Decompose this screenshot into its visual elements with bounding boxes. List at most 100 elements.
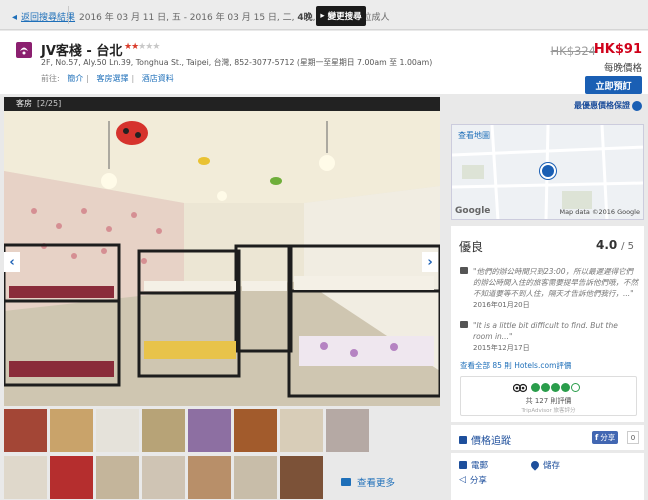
hotel-brand-icon (16, 42, 32, 58)
email-button[interactable]: 電郵 (459, 459, 488, 471)
rating-max: / 5 (621, 241, 634, 252)
map-copyright: Map data ©2016 Google (559, 208, 640, 216)
price-tracking-label: 價格追蹤 (471, 436, 511, 447)
search-summary-bar: ◂ 返回搜尋結果 2016 年 03 月 11 日, 五 - 2016 年 03 … (0, 0, 648, 30)
view-map-link[interactable]: 查看地圖 (458, 130, 490, 141)
nav-prefix-label: 前往: (41, 74, 60, 83)
facebook-share-label: 分享 (600, 433, 616, 442)
review-snippet: "It is a little bit difficult to find. B… (460, 320, 638, 354)
tripadvisor-rating-box[interactable]: 共 127 則評價 TripAdvisor 旅客評分 (460, 376, 637, 416)
divider (68, 6, 69, 24)
review-text: "他們的辦公時間只到23:00，所以最遲遲得它們的辦公時間入住的旅客需要提早告訴… (473, 267, 638, 298)
photo-thumbnail[interactable] (4, 409, 47, 452)
map-panel[interactable]: 查看地圖 Google Map data ©2016 Google (451, 124, 644, 220)
photo-thumbnail[interactable] (50, 456, 93, 499)
share-label: 分享 (469, 476, 487, 486)
review-snippet: "他們的辦公時間只到23:00，所以最遲遲得它們的辦公時間入住的旅客需要提早告訴… (460, 266, 638, 311)
quote-icon (460, 321, 468, 328)
photo-thumbnail[interactable] (142, 456, 185, 499)
star-empty-icon: ★ (152, 42, 160, 52)
tripadvisor-label: TripAdvisor 旅客評分 (521, 408, 576, 414)
chevron-left-icon: ◂ (12, 12, 18, 23)
email-label: 電郵 (471, 461, 489, 471)
photo-thumbnail-strip (4, 409, 369, 500)
guarantee-badge-icon (632, 100, 642, 111)
price-tracking-link[interactable]: 價格追蹤 (459, 432, 511, 447)
rating-bubble-icon (571, 383, 580, 392)
hotel-location-pin-icon (540, 163, 556, 179)
review-date: 2015年12月17日 (473, 344, 530, 352)
price-tag-icon (459, 435, 467, 444)
photo-thumbnail[interactable] (234, 409, 277, 452)
photo-category: 客房 (16, 99, 32, 108)
reviews-panel: 優良 4.0 / 5 "他們的辦公時間只到23:00，所以最遲遲得它們的辦公時間… (451, 226, 644, 422)
nav-link-overview[interactable]: 簡介 (67, 74, 83, 83)
photo-thumbnail[interactable] (142, 409, 185, 452)
photo-thumbnail[interactable] (96, 456, 139, 499)
price-tracking-panel: 價格追蹤 f 分享 0 (451, 425, 644, 450)
back-to-results-link[interactable]: ◂ 返回搜尋結果 (12, 10, 75, 23)
rating-bubble-icon (551, 383, 560, 392)
nav-link-rooms[interactable]: 客房選擇 (97, 74, 129, 83)
envelope-icon (459, 461, 467, 469)
view-more-photos-link[interactable]: 查看更多 (341, 475, 395, 489)
next-photo-button[interactable]: › (422, 252, 438, 272)
review-date: 2016年01月20日 (473, 301, 530, 309)
sale-price: HK$91 (593, 42, 642, 57)
photo-caption: 客房 [2/25] (4, 97, 440, 111)
back-to-results-label: 返回搜尋結果 (21, 13, 76, 23)
review-text: "It is a little bit difficult to find. B… (473, 321, 618, 341)
photo-thumbnail[interactable] (50, 409, 93, 452)
actions-panel: 電郵 儲存 ◁ 分享 (451, 453, 644, 500)
photo-thumbnail[interactable] (96, 409, 139, 452)
save-button[interactable]: 儲存 (529, 459, 561, 471)
previous-photo-button[interactable]: ‹ (4, 252, 20, 272)
nav-link-hotel-info[interactable]: 酒店資料 (142, 74, 174, 83)
photo-thumbnail[interactable] (4, 456, 47, 499)
rating-bubble-icon (561, 383, 570, 392)
tripadvisor-bubble-rating (531, 383, 580, 392)
heart-icon (529, 459, 541, 471)
rating-value: 4.0 (595, 238, 618, 252)
chevron-right-icon: › (427, 254, 433, 270)
rating-score: 4.0 / 5 (596, 238, 634, 252)
photo-thumbnail[interactable] (280, 456, 323, 499)
change-search-button[interactable]: ▸ 變更搜尋 (316, 6, 366, 26)
photo-thumbnail[interactable] (188, 456, 231, 499)
share-icon: ◁ (459, 475, 466, 485)
camera-icon (341, 478, 351, 486)
photo-thumbnail[interactable] (234, 456, 277, 499)
room-photo-viewer: 客房 [2/25] (4, 97, 440, 406)
search-dates: 2016 年 03 月 11 日, 五 - 2016 年 03 月 15 日, … (79, 13, 298, 23)
original-price: HK$324 (550, 44, 596, 58)
chevron-left-icon: ‹ (9, 254, 15, 270)
tripadvisor-owl-icon (513, 383, 527, 393)
photo-counter: [2/25] (37, 99, 62, 108)
star-rating: ★★★★★ (124, 42, 160, 52)
view-more-photos-label: 查看更多 (357, 478, 396, 489)
change-search-label: 變更搜尋 (327, 12, 362, 22)
tripadvisor-review-count: 共 127 則評價 (525, 397, 572, 405)
facebook-icon: f (595, 433, 599, 442)
search-nights: 4晚 (297, 13, 313, 23)
room-photo (4, 111, 440, 406)
share-button[interactable]: ◁ 分享 (459, 474, 487, 486)
share-count: 0 (627, 431, 639, 444)
map-provider-logo: Google (455, 206, 491, 216)
rating-bubble-icon (531, 383, 540, 392)
facebook-share-button[interactable]: f 分享 (592, 431, 619, 444)
rating-description: 優良 (459, 240, 484, 254)
photo-thumbnail[interactable] (188, 409, 231, 452)
save-label: 儲存 (543, 461, 561, 471)
book-now-button[interactable]: 立即預訂 (585, 76, 642, 94)
per-night-label: 每晚價格 (603, 63, 642, 74)
photo-thumbnail[interactable] (326, 409, 369, 452)
rating-bubble-icon (541, 383, 550, 392)
best-price-label: 最優惠價格保證 (574, 101, 630, 110)
chevron-right-icon: ▸ (320, 11, 325, 21)
hotel-address: 2F, No.57, Aly.50 Ln.39, Tonghua St., Ta… (41, 58, 433, 67)
view-all-reviews-link[interactable]: 查看全部 85 則 Hotels.com評價 (460, 360, 571, 371)
photo-thumbnail[interactable] (280, 409, 323, 452)
best-price-guarantee-link[interactable]: 最優惠價格保證 (574, 100, 642, 111)
hotel-section-nav: 前往: 簡介 | 客房選擇 | 酒店資料 (41, 74, 174, 83)
